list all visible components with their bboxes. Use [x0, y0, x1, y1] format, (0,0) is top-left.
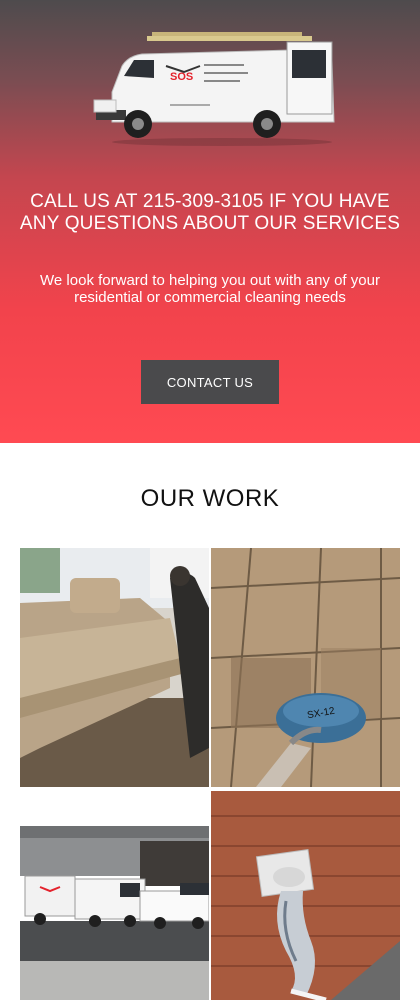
gallery-image-dryer-vent[interactable]: [211, 791, 400, 1000]
sofa-cleaning-photo-icon: [20, 548, 209, 787]
gallery-image-tile-floor[interactable]: SX-12: [211, 548, 400, 787]
van-logo-text: SOS: [170, 71, 193, 83]
dryer-vent-cleaning-photo-icon: [211, 791, 400, 1000]
tile-floor-cleaning-photo-icon: SX-12: [211, 548, 400, 787]
hero-section: SOS CALL US AT 215-309-3105 IF YOU HAVE …: [0, 0, 420, 443]
our-work-title: OUR WORK: [140, 485, 280, 512]
hero-title: CALL US AT 215-309-3105 IF YOU HAVE ANY …: [19, 191, 401, 234]
service-van-image: SOS: [93, 32, 335, 146]
gallery-image-fleet[interactable]: [20, 791, 209, 1000]
hero-subtitle: We look forward to helping you out with …: [40, 272, 380, 306]
service-vans-fleet-photo-icon: [20, 791, 209, 1000]
contact-us-button[interactable]: CONTACT US: [141, 360, 279, 404]
gallery-image-sofa[interactable]: [20, 548, 209, 787]
